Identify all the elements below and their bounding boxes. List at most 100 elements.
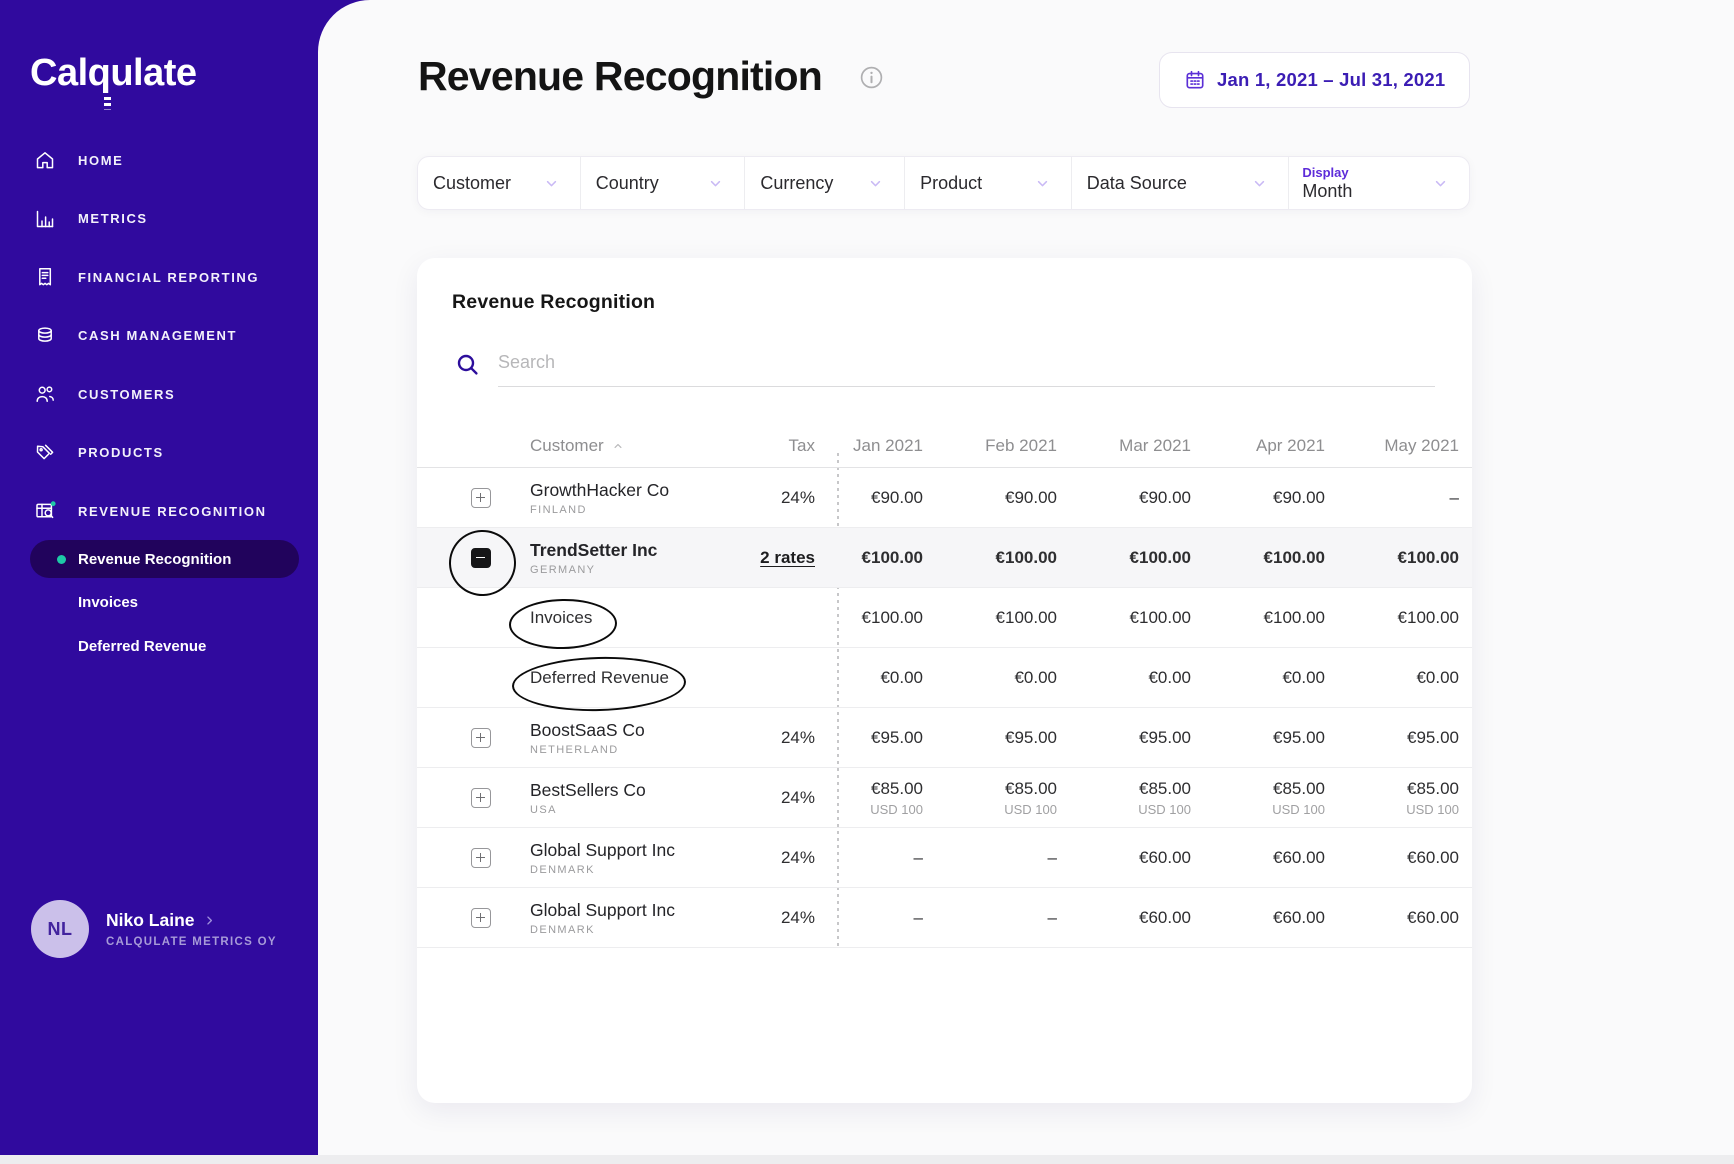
sidebar-menu: HOME METRICS FINANCIAL REPORTING CASH MANAG… [0,142,318,552]
cell-value: €100.00 [1057,608,1191,628]
search-icon [455,352,481,378]
sidebar-item-customers[interactable]: CUSTOMERS [0,376,318,412]
cell-amount: €100.00 [1263,547,1325,567]
cell-value: €100.00 [923,608,1057,628]
cell-value: – [923,848,1057,868]
cell-value: €85.00 USD 100 [1057,779,1191,817]
cell-value: – [815,848,923,868]
metrics-icon [33,207,57,231]
collapse-row-button[interactable] [471,547,491,568]
cell-value: €95.00 [923,728,1057,748]
cell-amount: €100.00 [861,547,923,567]
info-icon[interactable] [858,64,885,91]
cell-amount: €100.00 [1397,547,1459,567]
filter-currency[interactable]: Currency [745,157,906,209]
cell-amount: – [1449,487,1459,507]
filter-customer[interactable]: Customer [418,157,581,209]
cell-amount: €60.00 [1139,907,1191,927]
expander-cell [453,787,513,808]
column-header-mar-2021: Mar 2021 [1119,436,1191,455]
customer-country: FINLAND [530,503,587,516]
expander-cell [453,547,513,568]
column-header-apr-2021: Apr 2021 [1256,436,1325,455]
expand-row-button[interactable] [471,847,491,868]
expand-row-button[interactable] [471,487,491,508]
sidebar-subitem-invoices[interactable]: Invoices [0,584,318,622]
cell-amount: €60.00 [1139,847,1191,867]
cell-amount: €100.00 [995,607,1057,627]
chevron-right-icon [202,913,217,928]
filter-overline: Display [1302,164,1349,180]
revenue-table: Customer Tax Jan 2021 Feb 2021 Mar 2021 Apr 2… [417,425,1472,948]
sidebar-subitem-deferred-revenue[interactable]: Deferred Revenue [0,628,318,666]
window-bottom-strip [0,1155,1734,1164]
expand-row-button[interactable] [471,727,491,748]
expand-row-button[interactable] [471,787,491,808]
cell-amount: €0.00 [1148,667,1191,687]
column-header-customer[interactable]: Customer [513,436,717,456]
cell-value: €100.00 [815,608,923,628]
sidebar-subitem-label: Revenue Recognition [78,550,232,568]
customer-country: USA [530,803,557,816]
sidebar-item-financial-reporting[interactable]: FINANCIAL REPORTING [0,259,318,295]
filter-product[interactable]: Product [905,157,1072,209]
table-header-row: Customer Tax Jan 2021 Feb 2021 Mar 2021 Apr 2… [417,425,1472,468]
column-header-jan-2021: Jan 2021 [853,436,923,455]
cash-management-icon [33,324,57,348]
cell-value: €85.00 USD 100 [1325,779,1459,817]
cell-amount: €0.00 [880,667,923,687]
user-company: CALQULATE METRICS OY [106,936,277,948]
customer-country: GERMANY [530,563,596,576]
user-name: Niko Laine [106,910,195,930]
expand-row-button[interactable] [471,907,491,928]
cell-amount: – [1047,847,1057,867]
calqulate-logo: Calqulate [30,52,197,94]
tax-cell: 24% [717,788,815,808]
tax-cell[interactable]: 2 rates [717,548,815,568]
cell-value: €100.00 [923,548,1057,568]
sidebar-item-home[interactable]: HOME [0,142,318,178]
cell-value: €90.00 [1191,488,1325,508]
revenue-recognition-card: Revenue Recognition Customer Tax Jan 2021 F… [417,258,1472,1103]
page-title: Revenue Recognition [418,53,823,99]
tax-cell: 24% [717,908,815,928]
customer-cell: Global Support Inc DENMARK [513,900,717,936]
sidebar-subitem-revenue-recognition-active[interactable]: Revenue Recognition [30,540,299,578]
active-dot-icon [57,554,66,564]
sidebar-item-metrics[interactable]: METRICS [0,201,318,237]
date-range-button[interactable]: Jan 1, 2021 – Jul 31, 2021 [1159,52,1470,108]
filter-label: Product [920,172,983,193]
cell-value: €0.00 [923,668,1057,688]
search-input[interactable] [498,350,1435,387]
customer-cell: Global Support Inc DENMARK [513,840,717,876]
cell-value: €85.00 USD 100 [815,779,923,817]
search-row [455,350,1435,387]
cell-amount: – [1047,907,1057,927]
cell-amount: €0.00 [1282,667,1325,687]
tax-value[interactable]: 2 rates [760,548,815,567]
filter-country[interactable]: Country [581,157,746,209]
cell-amount: €90.00 [1005,487,1057,507]
filter-label: Data Source [1086,172,1187,193]
chevron-down-icon [707,175,724,192]
filter-data-source[interactable]: Data Source [1072,157,1290,209]
filter-display[interactable]: Display Month [1289,157,1469,209]
filter-label: Currency [760,172,834,193]
user-profile[interactable]: NL Niko Laine CALQULATE METRICS OY [31,900,277,958]
logo-dotted-q-tail [104,97,111,110]
filter-display-group: Display Month [1302,165,1352,202]
column-header-tax: Tax [788,436,815,455]
filter-bar: Customer Country Currency Product Data Sourc… [417,156,1470,210]
sidebar-item-revenue-recognition[interactable]: REVENUE RECOGNITION [0,493,318,529]
sidebar-item-label: CUSTOMERS [78,386,176,402]
customer-cell: GrowthHacker Co FINLAND [513,480,717,516]
cell-value: €85.00 USD 100 [923,779,1057,817]
tax-value: 24% [780,487,815,507]
cell-value: – [1325,488,1459,508]
sidebar-item-products[interactable]: PRODUCTS [0,435,318,471]
sidebar-item-cash-management[interactable]: CASH MANAGEMENT [0,318,318,354]
cell-amount: €95.00 [1139,727,1191,747]
cell-amount: €0.00 [1416,667,1459,687]
cell-value: €0.00 [1057,668,1191,688]
cell-amount: €60.00 [1273,847,1325,867]
